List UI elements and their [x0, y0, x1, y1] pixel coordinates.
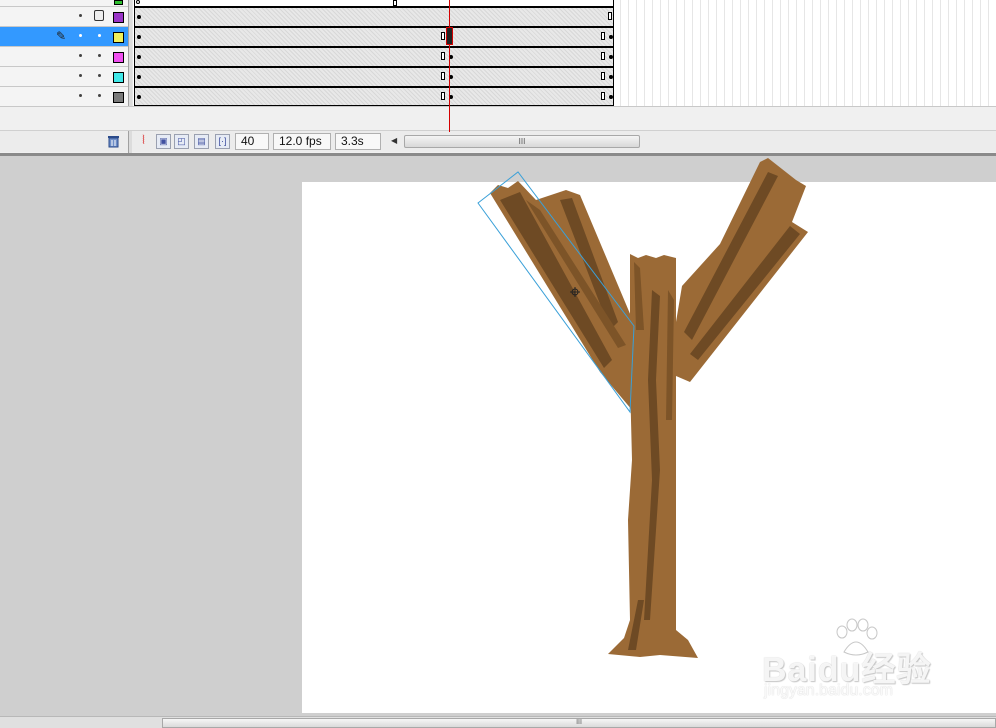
- watermark-url: jingyan.baidu.com: [764, 682, 893, 699]
- left-branch[interactable]: [490, 181, 636, 410]
- stage-horizontal-scrollbar[interactable]: III: [0, 716, 996, 728]
- scrollbar-thumb[interactable]: III: [162, 718, 996, 728]
- baidu-watermark: Baidu经验 jingyan.baidu.com: [762, 618, 952, 708]
- right-branch[interactable]: [672, 158, 808, 382]
